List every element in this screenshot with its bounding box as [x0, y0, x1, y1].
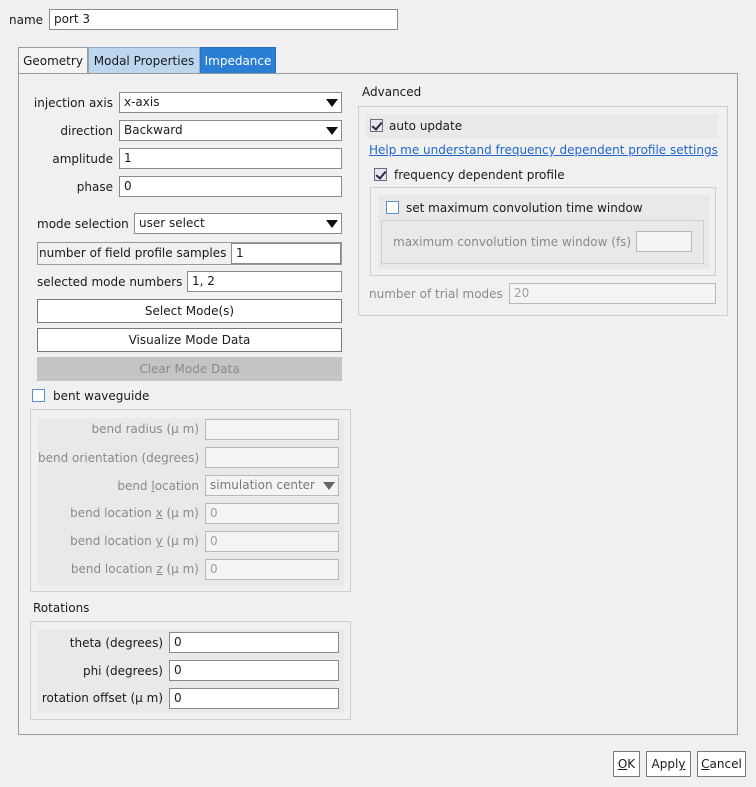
select-modes-button[interactable]: Select Mode(s)	[37, 299, 342, 323]
bend-orientation-input[interactable]	[205, 447, 339, 468]
set-max-convolution-label: set maximum convolution time window	[406, 201, 643, 215]
max-convolution-label: maximum convolution time window (fs)	[393, 235, 632, 249]
trial-modes-input[interactable]: 20	[509, 283, 716, 304]
phase-input[interactable]: 0	[119, 176, 342, 197]
name-label: name	[9, 13, 44, 27]
chevron-down-icon	[326, 220, 338, 228]
apply-button[interactable]: Apply	[646, 751, 691, 777]
bend-radius-input[interactable]	[205, 419, 339, 440]
ok-button[interactable]: OK	[613, 751, 640, 777]
tab-impedance[interactable]: Impedance	[200, 47, 276, 73]
theta-label: theta (degrees)	[69, 636, 163, 650]
rotations-title: Rotations	[33, 601, 90, 615]
bend-location-x-label: bend location x (µ m)	[70, 506, 199, 520]
bent-waveguide-checkbox[interactable]	[32, 389, 45, 402]
chevron-down-icon	[326, 127, 338, 135]
bend-orientation-label: bend orientation (degrees)	[38, 451, 200, 465]
bend-radius-label: bend radius (µ m)	[91, 422, 199, 436]
name-input[interactable]: port 3	[49, 9, 398, 30]
trial-modes-label: number of trial modes	[369, 287, 503, 301]
bend-location-y-label: bend location y (µ m)	[70, 534, 199, 548]
chevron-down-icon	[323, 482, 335, 490]
mode-selection-select[interactable]: user select	[134, 213, 342, 234]
mode-selection-label: mode selection	[37, 217, 129, 231]
field-profile-samples-input[interactable]: 1	[231, 243, 341, 264]
frequency-dependent-profile-label: frequency dependent profile	[394, 168, 565, 182]
injection-axis-label: injection axis	[33, 96, 113, 110]
bent-waveguide-label: bent waveguide	[53, 389, 150, 403]
direction-select[interactable]: Backward	[119, 120, 342, 141]
set-max-convolution-checkbox[interactable]	[386, 201, 399, 214]
bend-location-label: bend location	[117, 479, 199, 493]
visualize-mode-data-button[interactable]: Visualize Mode Data	[37, 328, 342, 352]
amplitude-label: amplitude	[52, 152, 113, 166]
direction-label: direction	[60, 124, 113, 138]
cancel-button[interactable]: Cancel	[697, 751, 746, 777]
theta-input[interactable]: 0	[169, 632, 339, 653]
auto-update-checkbox[interactable]	[370, 119, 383, 132]
chevron-down-icon	[326, 99, 338, 107]
bend-location-z-input[interactable]: 0	[205, 559, 339, 580]
selected-modes-label: selected mode numbers	[37, 275, 183, 289]
tab-modal-properties[interactable]: Modal Properties	[88, 47, 200, 73]
phi-input[interactable]: 0	[169, 660, 339, 681]
bend-location-z-label: bend location z (µ m)	[70, 562, 199, 576]
selected-modes-input[interactable]: 1, 2	[187, 271, 342, 292]
bend-location-select[interactable]: simulation center	[205, 475, 339, 496]
auto-update-label: auto update	[389, 119, 463, 133]
injection-axis-select[interactable]: x-axis	[119, 92, 342, 113]
field-profile-samples-label: number of field profile samples	[39, 246, 227, 260]
phase-label: phase	[76, 180, 113, 194]
advanced-title: Advanced	[362, 85, 422, 99]
rotation-offset-input[interactable]: 0	[169, 688, 339, 709]
amplitude-input[interactable]: 1	[119, 148, 342, 169]
clear-mode-data-button[interactable]: Clear Mode Data	[37, 357, 342, 381]
phi-label: phi (degrees)	[82, 664, 163, 678]
bend-location-x-input[interactable]: 0	[205, 503, 339, 524]
bend-location-y-input[interactable]: 0	[205, 531, 339, 552]
frequency-dependent-profile-checkbox[interactable]	[374, 168, 387, 181]
rotation-offset-label: rotation offset (µ m)	[41, 691, 163, 705]
max-convolution-input[interactable]	[636, 231, 692, 252]
tab-geometry[interactable]: Geometry	[18, 47, 88, 73]
help-frequency-profile-link[interactable]: Help me understand frequency dependent p…	[369, 140, 718, 160]
